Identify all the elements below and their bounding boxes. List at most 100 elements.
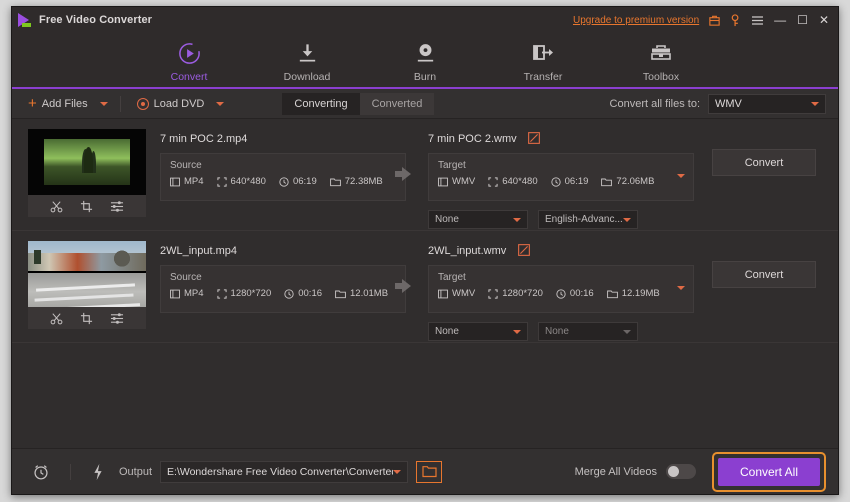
edit-icon[interactable] (528, 132, 541, 144)
thumbnail-cell (28, 241, 146, 329)
effects-icon[interactable] (110, 312, 124, 325)
target-duration: 00:16 (556, 288, 594, 299)
target-settings-caret[interactable] (677, 174, 685, 178)
source-specs: MP4 640*480 06:19 72.38MB (170, 176, 396, 187)
source-specs: MP4 1280*720 00:16 12.01MB (170, 288, 396, 299)
audio-track-select[interactable]: None (538, 322, 638, 341)
arrow-right-icon (394, 167, 411, 181)
source-panel-title: Source (170, 272, 202, 283)
maximize-button[interactable]: ☐ (796, 14, 809, 26)
tab-converted[interactable]: Converted (359, 92, 435, 115)
video-thumbnail[interactable] (28, 241, 146, 307)
load-dvd-button[interactable]: Load DVD (133, 93, 209, 115)
chevron-down-icon (811, 101, 819, 106)
lightning-icon[interactable] (83, 463, 113, 481)
target-options: None None (428, 322, 704, 341)
add-files-dropdown-caret[interactable] (99, 101, 108, 106)
browse-folder-button[interactable] (416, 460, 443, 483)
source-size-value: 12.01MB (350, 288, 389, 299)
key-icon[interactable] (730, 13, 742, 27)
convert-button[interactable]: Convert (712, 149, 816, 176)
target-size: 12.19MB (606, 288, 660, 299)
nav-label-burn: Burn (413, 71, 437, 83)
crop-icon[interactable] (80, 312, 93, 325)
source-panel: Source MP4 1280*720 00:16 12.01MB (160, 265, 406, 313)
convert-all-button[interactable]: Convert All (718, 457, 820, 486)
status-tabs: Converting Converted (282, 92, 435, 115)
output-path-field[interactable]: E:\Wondershare Free Video Converter\Conv… (160, 460, 409, 483)
target-duration-value: 06:19 (564, 176, 589, 187)
nav-label-transfer: Transfer (523, 71, 563, 83)
toolbox-icon (649, 40, 673, 66)
arrow-right-icon (394, 279, 411, 293)
nav-item-burn[interactable]: Burn (388, 37, 462, 83)
target-resolution: 1280*720 (488, 288, 543, 299)
convert-cell: Convert (704, 129, 824, 176)
target-duration: 06:19 (550, 176, 589, 187)
nav-item-transfer[interactable]: Transfer (506, 37, 580, 83)
format-select[interactable]: WMV (708, 93, 826, 114)
table-row[interactable]: 7 min POC 2.mp4 Source MP4 640*480 06:19… (12, 119, 838, 231)
convert-all-format-group: Convert all files to: WMV (610, 93, 826, 114)
merge-label: Merge All Videos (574, 465, 657, 478)
app-title: Free Video Converter (39, 14, 153, 26)
application-window: Free Video Converter Upgrade to premium … (11, 6, 839, 495)
source-format: MP4 (170, 176, 204, 187)
edit-icon[interactable] (517, 244, 530, 256)
source-format-value: MP4 (184, 288, 204, 299)
table-row[interactable]: 2WL_input.mp4 Source MP4 1280*720 00:16 … (12, 231, 838, 343)
target-cell: 2WL_input.wmv Target WMV 1280*720 00:16 … (428, 241, 704, 341)
film-icon (438, 177, 448, 186)
file-list[interactable]: 7 min POC 2.mp4 Source MP4 640*480 06:19… (12, 119, 838, 448)
video-thumbnail[interactable] (28, 129, 146, 195)
target-resolution-value: 1280*720 (502, 288, 543, 299)
tab-converting[interactable]: Converting (282, 92, 360, 115)
subtitle-select[interactable]: None (428, 210, 528, 229)
folder-icon (329, 178, 341, 186)
upgrade-link[interactable]: Upgrade to premium version (573, 15, 699, 26)
nav-item-convert[interactable]: Convert (152, 37, 226, 83)
merge-toggle[interactable] (666, 464, 696, 479)
nav-item-download[interactable]: Download (270, 37, 344, 83)
load-dvd-label: Load DVD (153, 97, 205, 110)
source-filename: 7 min POC 2.mp4 (160, 133, 248, 145)
clock-icon (284, 288, 294, 299)
effects-icon[interactable] (110, 200, 124, 213)
menu-icon[interactable] (751, 15, 764, 26)
target-size: 72.06MB (601, 176, 654, 187)
toolbar-divider (119, 95, 121, 112)
trim-icon[interactable] (50, 312, 63, 325)
source-cell: 7 min POC 2.mp4 Source MP4 640*480 06:19… (146, 129, 406, 201)
resolution-icon (488, 288, 498, 299)
crop-icon[interactable] (80, 200, 93, 213)
audio-track-value: None (545, 326, 569, 337)
alarm-clock-icon[interactable] (24, 463, 58, 481)
minimize-button[interactable]: — (773, 14, 787, 26)
add-files-button[interactable]: + Add Files (24, 93, 92, 115)
chevron-down-icon (513, 329, 521, 334)
source-size: 12.01MB (335, 288, 388, 299)
source-panel: Source MP4 640*480 06:19 72.38MB (160, 153, 406, 201)
target-settings-caret[interactable] (677, 286, 685, 290)
clock-icon (279, 176, 289, 187)
chevron-down-icon (623, 217, 631, 222)
folder-icon (335, 290, 346, 298)
load-dvd-dropdown-caret[interactable] (216, 101, 225, 106)
convert-button[interactable]: Convert (712, 261, 816, 288)
clock-icon (556, 288, 566, 299)
source-size: 72.38MB (329, 176, 383, 187)
audio-track-value: English-Advanc... (545, 214, 623, 225)
subtitle-select[interactable]: None (428, 322, 528, 341)
target-duration-value: 00:16 (569, 288, 594, 299)
source-resolution-value: 640*480 (230, 176, 266, 187)
audio-track-select[interactable]: English-Advanc... (538, 210, 638, 229)
trim-icon[interactable] (50, 200, 63, 213)
close-button[interactable]: ✕ (818, 14, 830, 26)
play-logo-icon (18, 13, 33, 27)
source-duration-value: 06:19 (292, 176, 317, 187)
target-format: WMV (438, 288, 475, 299)
nav-item-toolbox[interactable]: Toolbox (624, 37, 698, 83)
cart-icon[interactable] (708, 14, 721, 27)
title-bar: Free Video Converter Upgrade to premium … (12, 7, 838, 33)
burn-icon (414, 40, 437, 66)
